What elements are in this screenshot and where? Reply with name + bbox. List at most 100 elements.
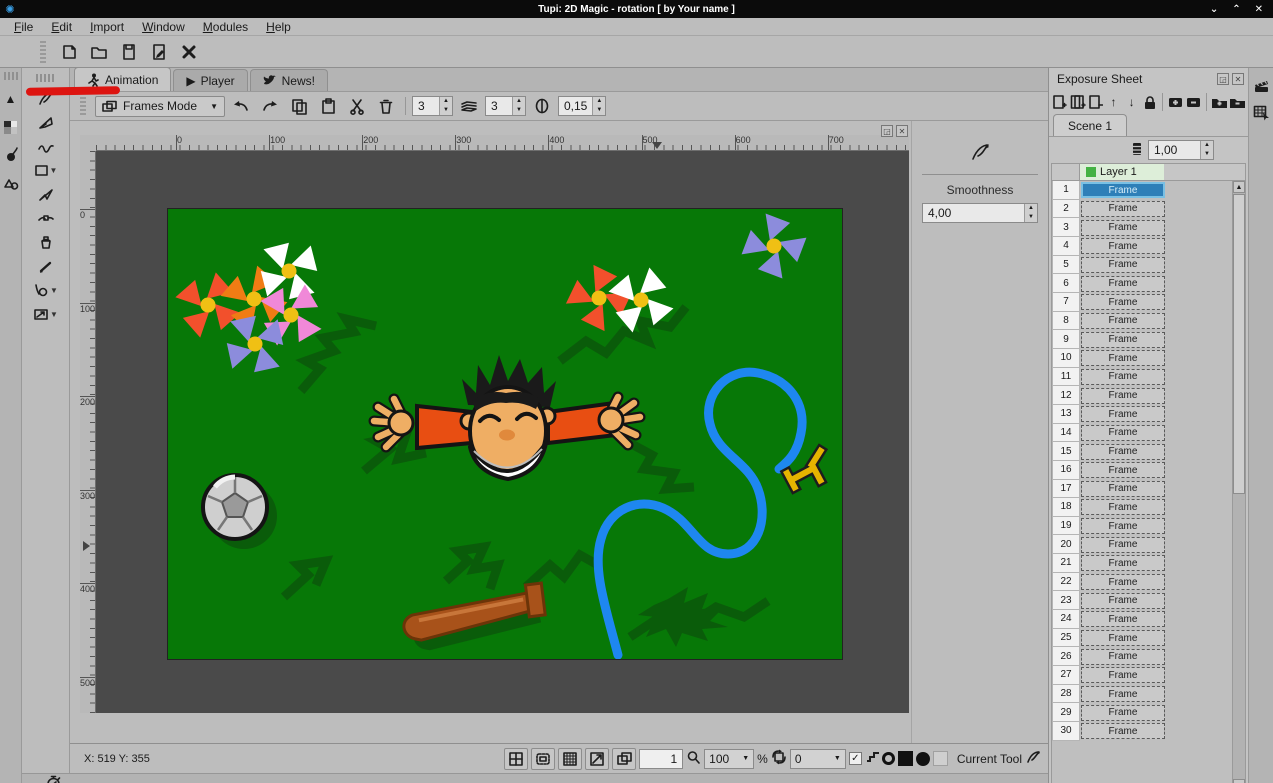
spin-down[interactable]: ▼ [1025, 213, 1037, 222]
dense-grid-button[interactable] [558, 748, 582, 770]
insert-frames-button[interactable] [1069, 93, 1086, 112]
frame-row[interactable]: 10 Frame [1052, 349, 1232, 368]
frame-cell[interactable]: Frame [1081, 574, 1165, 590]
ellipse-line-tool[interactable]: ▼ [29, 279, 63, 302]
copy-frame-button[interactable] [612, 748, 636, 770]
frame-cell[interactable]: Frame [1081, 294, 1165, 310]
remove-layer-button[interactable] [1185, 93, 1202, 112]
frame-row[interactable]: 3 Frame [1052, 218, 1232, 237]
scroll-up-arrow[interactable]: ▲ [1233, 181, 1245, 193]
selection-tool[interactable] [29, 183, 63, 206]
minimize-button[interactable]: ⌄ [1210, 4, 1218, 15]
frame-cell[interactable]: Frame [1081, 611, 1165, 627]
spin-up[interactable]: ▲ [440, 97, 452, 106]
optbar-grip[interactable] [80, 97, 86, 115]
frame-cell[interactable]: Frame [1081, 313, 1165, 329]
frame-cell[interactable]: Frame [1081, 425, 1165, 441]
frame-row[interactable]: 25 Frame [1052, 629, 1232, 648]
frame-cell[interactable]: Frame [1081, 444, 1165, 460]
save-project-button[interactable] [116, 39, 142, 65]
frame-row[interactable]: 5 Frame [1052, 256, 1232, 275]
current-frame-field[interactable]: 1 [639, 749, 683, 769]
frame-cell[interactable]: Frame [1081, 406, 1165, 422]
rotation-select[interactable]: 0 ▼ [790, 749, 846, 769]
remove-frame-button[interactable] [1087, 93, 1104, 112]
frame-cell[interactable]: Frame [1081, 705, 1165, 721]
line-squiggle-tool[interactable] [29, 135, 63, 158]
close-panel-icon[interactable]: ✕ [896, 125, 908, 137]
frame-row[interactable]: 4 Frame [1052, 237, 1232, 256]
close-panel-icon[interactable]: ✕ [1232, 73, 1244, 85]
frame-cell[interactable]: Frame [1081, 388, 1165, 404]
spin-down[interactable]: ▼ [593, 106, 605, 115]
full-screen-button[interactable] [585, 748, 609, 770]
frames-mode-select[interactable]: Frames Mode ▼ [95, 96, 225, 117]
close-button[interactable]: ✕ [1255, 4, 1263, 15]
frame-row[interactable]: 17 Frame [1052, 480, 1232, 499]
add-scene-button[interactable] [1211, 93, 1228, 112]
frame-row[interactable]: 11 Frame [1052, 368, 1232, 387]
tab-player[interactable]: ▶ Player [173, 69, 247, 91]
spin-down[interactable]: ▼ [1201, 150, 1213, 159]
close-project-button[interactable] [176, 39, 202, 65]
tab-scene-1[interactable]: Scene 1 [1053, 114, 1127, 136]
frame-row[interactable]: 27 Frame [1052, 666, 1232, 685]
onion-opacity-icon[interactable] [529, 93, 555, 119]
frame-cell[interactable]: Frame [1081, 649, 1165, 665]
antialias-checkbox[interactable]: ✓ [849, 752, 862, 765]
frame-cell[interactable]: Frame [1081, 499, 1165, 515]
shapes-library-icon[interactable] [2, 174, 20, 192]
frame-cell[interactable]: Frame [1081, 369, 1165, 385]
frame-cell[interactable]: Frame [1081, 462, 1165, 478]
frame-cell[interactable]: Frame [1081, 182, 1165, 198]
dock-grip[interactable] [4, 72, 18, 80]
insert-frame-button[interactable] [1051, 93, 1068, 112]
frame-cell[interactable]: Frame [1081, 686, 1165, 702]
frame-row[interactable]: 30 Frame [1052, 722, 1232, 741]
menu-file[interactable]: File [6, 19, 41, 35]
tween-tool[interactable]: ▼ [29, 303, 63, 326]
undo-button[interactable] [228, 93, 254, 119]
tab-news[interactable]: News! [250, 69, 328, 91]
frame-row[interactable]: 28 Frame [1052, 685, 1232, 704]
frame-row[interactable]: 2 Frame [1052, 200, 1232, 219]
frame-cell[interactable]: Frame [1081, 332, 1165, 348]
spin-up[interactable]: ▲ [513, 97, 525, 106]
save-as-button[interactable] [146, 39, 172, 65]
frame-row[interactable]: 19 Frame [1052, 517, 1232, 536]
frame-cell[interactable]: Frame [1081, 630, 1165, 646]
scroll-thumb[interactable] [1233, 194, 1245, 494]
cut-button[interactable] [344, 93, 370, 119]
frame-row[interactable]: 26 Frame [1052, 647, 1232, 666]
frame-row[interactable]: 8 Frame [1052, 312, 1232, 331]
brush-settings-icon[interactable] [2, 146, 20, 164]
brush-preview-swatch[interactable] [916, 752, 930, 766]
open-project-button[interactable] [86, 39, 112, 65]
move-frame-down-button[interactable]: ↓ [1123, 93, 1140, 112]
show-grid-button[interactable] [504, 748, 528, 770]
zoom-select[interactable]: 100 ▼ [704, 749, 754, 769]
tools-grip[interactable] [36, 74, 56, 82]
color-palette-icon[interactable] [2, 118, 20, 136]
action-safe-area-button[interactable] [531, 748, 555, 770]
menu-import[interactable]: Import [82, 19, 132, 35]
frame-row[interactable]: 14 Frame [1052, 424, 1232, 443]
frame-row[interactable]: 15 Frame [1052, 442, 1232, 461]
frame-cell[interactable]: Frame [1081, 201, 1165, 217]
delete-button[interactable] [373, 93, 399, 119]
frame-row[interactable]: 18 Frame [1052, 498, 1232, 517]
outline-color-swatch[interactable] [882, 752, 895, 765]
frame-row[interactable]: 1 Frame [1052, 181, 1232, 200]
remove-scene-button[interactable] [1229, 93, 1246, 112]
frame-cell[interactable]: Frame [1081, 481, 1165, 497]
frame-row[interactable]: 16 Frame [1052, 461, 1232, 480]
smoothness-spinbox[interactable]: 4,00 ▲▼ [922, 203, 1038, 223]
collapse-arrow-icon[interactable]: ▲ [2, 90, 20, 108]
menu-edit[interactable]: Edit [43, 19, 80, 35]
ink-tool[interactable] [29, 111, 63, 134]
scroll-down-arrow[interactable]: ▼ [1233, 779, 1245, 783]
paste-button[interactable] [315, 93, 341, 119]
canvas-workspace[interactable] [96, 151, 909, 713]
fill-color-swatch[interactable] [898, 751, 913, 766]
spin-up[interactable]: ▲ [1025, 204, 1037, 213]
